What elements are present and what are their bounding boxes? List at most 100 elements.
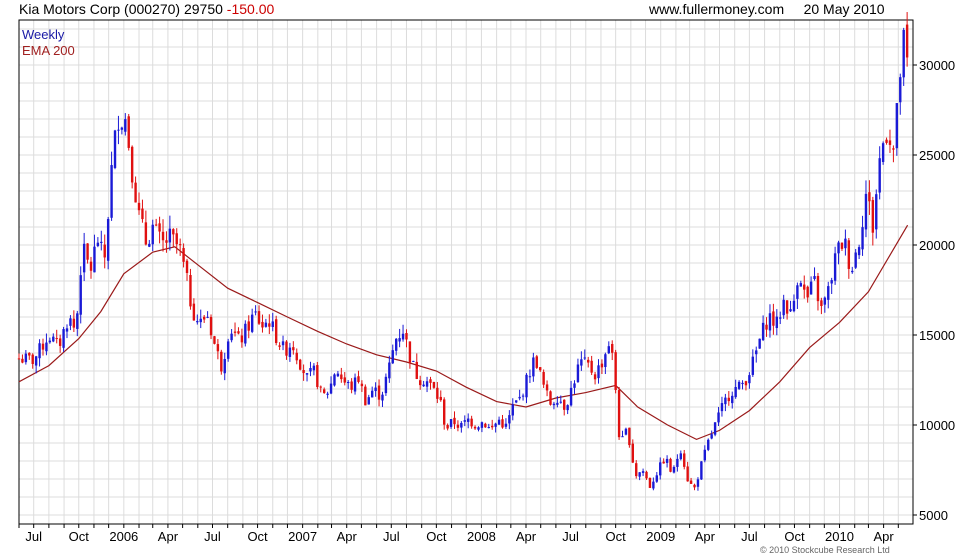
x-tick-label: Apr [695,529,716,544]
candle-body [360,383,364,387]
candle-body [65,328,69,332]
candle-body [103,244,106,258]
candle-body [628,427,631,446]
candle-body [885,139,888,143]
candle-body [813,276,816,279]
x-tick-label: Jul [25,529,42,544]
candle-body [888,140,892,145]
candle-body [326,393,329,395]
candle-body [391,350,394,364]
candle-body [840,242,844,249]
candle-body [617,390,621,438]
candle-body [161,231,165,241]
y-tick-label: 25000 [919,148,955,163]
candle-body [110,165,113,218]
candle-body [206,316,209,318]
candle-body [563,399,566,410]
candle-body [672,466,676,473]
candle-body [720,403,724,412]
candle-body [329,383,333,394]
candle-body [148,243,151,247]
candle-body [268,323,271,327]
candle-body [189,275,192,307]
candle-body [79,275,82,315]
candle-body [137,202,141,211]
candle-body [758,338,761,349]
candle-body [748,375,751,384]
candle-body [257,311,261,324]
candle-body [645,471,648,479]
candle-body [281,341,285,346]
candle-body [844,238,847,249]
y-tick-label: 20000 [919,238,955,253]
candle-body [607,346,610,354]
candle-body [247,321,250,331]
candle-body [761,322,765,341]
x-tick-label: 2007 [288,529,317,544]
candle-body [357,376,360,382]
candle-body [823,297,827,305]
candle-body [172,229,175,235]
candle-body [792,300,796,312]
candle-body [693,484,696,488]
candle-body [696,479,700,487]
candle-body [55,338,58,340]
candle-body [460,422,463,428]
candle-body [731,395,734,404]
candle-body [477,427,480,430]
candle-body [422,384,425,387]
candle-body [17,358,21,360]
candle-body [374,387,377,392]
candle-body [624,428,628,435]
candle-body [768,313,772,331]
candle-body [336,373,340,377]
candle-body [127,116,130,148]
candle-body [593,374,597,380]
candle-body [638,472,641,477]
candle-body [117,129,120,131]
candle-body [559,401,562,403]
candle-body [806,286,809,298]
candle-body [120,127,124,130]
candle-body [230,333,233,341]
candle-body [192,303,196,321]
candle-body [576,364,580,383]
candle-body [453,417,456,425]
candle-body [394,338,398,351]
candle-body [515,400,518,403]
copyright-notice: © 2010 Stockcube Research Ltd [760,545,890,555]
candle-body [635,463,638,477]
candle-body [388,362,391,379]
candle-body [82,243,86,273]
candle-body [899,77,902,103]
candle-body [21,358,24,363]
candle-body [274,319,278,344]
candle-body [41,343,45,350]
candle-body [144,222,148,245]
candle-body [556,402,559,405]
candle-body [76,313,79,329]
candle-body [689,480,693,484]
candle-body [751,356,755,375]
candle-body [322,389,326,393]
candle-body [614,352,617,391]
candle-body [662,461,665,464]
candle-body [86,243,89,260]
candle-body [302,369,305,374]
candle-body [182,248,185,262]
candle-body [312,365,316,371]
candle-body [350,381,353,390]
candle-body [785,300,789,314]
candle-body [168,228,172,243]
candle-body [854,252,857,268]
x-tick-label: 2008 [467,529,496,544]
candle-body [226,341,230,359]
candle-body [830,280,833,284]
y-tick-label: 15000 [919,328,955,343]
candle-body [669,458,672,472]
candle-body [590,360,593,373]
candle-body [532,357,535,377]
candle-body [58,338,62,346]
candle-body [165,240,168,243]
candle-body [484,423,487,428]
